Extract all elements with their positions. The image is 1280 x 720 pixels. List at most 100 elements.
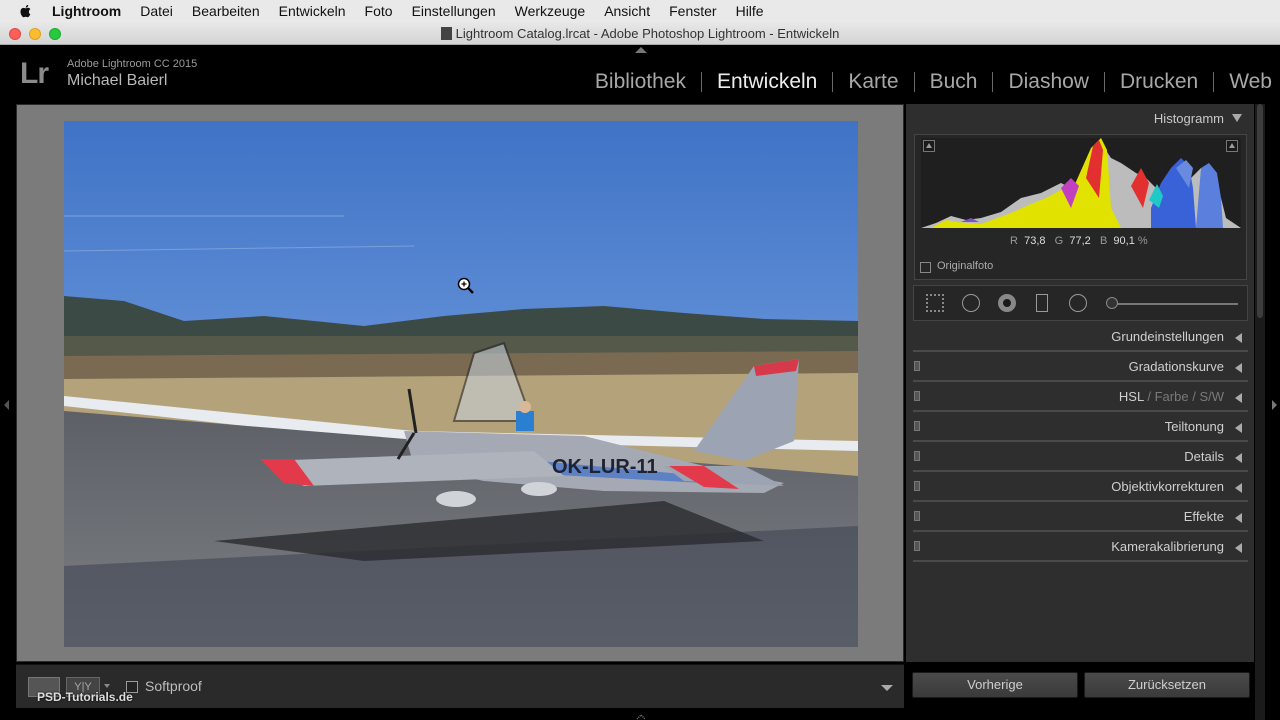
- panel-gradationskurve[interactable]: Gradationskurve: [906, 352, 1254, 382]
- module-buch[interactable]: Buch: [930, 70, 978, 94]
- menu-werkzeuge[interactable]: Werkzeuge: [515, 3, 586, 19]
- reset-button[interactable]: Zurücksetzen: [1084, 672, 1250, 698]
- panel-teiltonung[interactable]: Teiltonung: [906, 412, 1254, 442]
- panel-switch-icon[interactable]: [914, 361, 920, 371]
- sw-tab[interactable]: S/W: [1199, 389, 1224, 404]
- module-bibliothek[interactable]: Bibliothek: [595, 70, 686, 94]
- panel-kamerakalibrierung[interactable]: Kamerakalibrierung: [906, 532, 1254, 562]
- document-icon: [440, 27, 452, 40]
- collapse-triangle-icon[interactable]: [1232, 114, 1242, 122]
- panel-label: Kamerakalibrierung: [1111, 539, 1224, 554]
- module-entwickeln[interactable]: Entwickeln: [717, 70, 817, 94]
- filmstrip-toggle-icon[interactable]: [636, 714, 646, 720]
- b-label: B: [1099, 235, 1108, 247]
- adjustment-brush-icon[interactable]: [1106, 297, 1118, 309]
- panel-hsl[interactable]: HSL / Farbe / S/W: [906, 382, 1254, 412]
- menu-hilfe[interactable]: Hilfe: [736, 3, 764, 19]
- module-diashow[interactable]: Diashow: [1008, 70, 1089, 94]
- histogram-graph[interactable]: [921, 138, 1241, 228]
- zoom-cursor-icon: [457, 277, 474, 294]
- panel-switch-icon[interactable]: [914, 511, 920, 521]
- panel-label-hsl: HSL / Farbe / S/W: [1119, 389, 1224, 404]
- original-photo-checkbox[interactable]: [920, 262, 931, 273]
- panel-label: Effekte: [1183, 509, 1224, 524]
- module-separator: [832, 72, 834, 92]
- panel-label: Gradationskurve: [1128, 359, 1224, 374]
- g-label: G: [1054, 235, 1064, 247]
- window-title-text: Lightroom Catalog.lrcat - Adobe Photosho…: [455, 26, 840, 41]
- menu-fenster[interactable]: Fenster: [669, 3, 716, 19]
- shadow-clipping-toggle-icon[interactable]: [923, 140, 935, 152]
- module-separator: [1213, 72, 1215, 92]
- crop-tool-icon[interactable]: [926, 294, 944, 312]
- module-web[interactable]: Web: [1229, 70, 1272, 94]
- menu-bearbeiten[interactable]: Bearbeiten: [192, 3, 260, 19]
- panel-details[interactable]: Details: [906, 442, 1254, 472]
- panel-switch-icon[interactable]: [914, 481, 920, 491]
- identity-plate: Lr Adobe Lightroom CC 2015 Michael Baier…: [0, 45, 1280, 103]
- panel-switch-icon[interactable]: [914, 391, 920, 401]
- top-panel-toggle-icon[interactable]: [635, 47, 647, 53]
- user-name: Michael Baierl: [67, 72, 168, 89]
- window-title: Lightroom Catalog.lrcat - Adobe Photosho…: [0, 26, 1280, 41]
- menu-app-lightroom[interactable]: Lightroom: [52, 3, 121, 19]
- menu-einstellungen[interactable]: Einstellungen: [412, 3, 496, 19]
- window-titlebar[interactable]: Lightroom Catalog.lrcat - Adobe Photosho…: [0, 22, 1280, 45]
- hsl-separator: /: [1192, 389, 1196, 404]
- airplane-photo: OK-LUR-11: [64, 121, 858, 647]
- apple-icon[interactable]: [18, 3, 34, 19]
- panel-switch-icon[interactable]: [914, 421, 920, 431]
- r-value: 73,8: [1024, 235, 1046, 247]
- panel-label: Grundeinstellungen: [1111, 329, 1224, 344]
- menu-foto[interactable]: Foto: [365, 3, 393, 19]
- panel-switch-icon[interactable]: [914, 541, 920, 551]
- g-value: 77,2: [1069, 235, 1091, 247]
- panel-effekte[interactable]: Effekte: [906, 502, 1254, 532]
- expand-triangle-icon[interactable]: [1235, 333, 1242, 343]
- panel-divider: [913, 560, 1248, 562]
- expand-triangle-icon[interactable]: [1235, 453, 1242, 463]
- toolbar-content-menu-icon[interactable]: [881, 685, 893, 691]
- menu-datei[interactable]: Datei: [140, 3, 173, 19]
- softproof-label: Softproof: [145, 678, 202, 694]
- b-value: 90,1: [1113, 235, 1135, 247]
- expand-triangle-icon[interactable]: [1235, 393, 1242, 403]
- scrollbar-thumb[interactable]: [1257, 104, 1263, 318]
- right-panel-scrollbar[interactable]: [1255, 104, 1265, 720]
- before-after-dropdown-icon[interactable]: [104, 684, 110, 688]
- watermark: PSD-Tutorials.de: [37, 690, 133, 704]
- left-panel-toggle-icon[interactable]: [4, 400, 9, 410]
- panel-switch-icon[interactable]: [914, 451, 920, 461]
- product-name: Adobe Lightroom CC 2015: [67, 58, 198, 70]
- farbe-tab[interactable]: Farbe: [1155, 389, 1189, 404]
- module-separator: [700, 72, 702, 92]
- tool-strip: [913, 285, 1248, 321]
- original-photo-label: Originalfoto: [937, 260, 994, 272]
- rgb-readout: R 73,8 G 77,2 B 90,1 %: [1010, 235, 1148, 247]
- right-panel-toggle-icon[interactable]: [1272, 400, 1277, 410]
- expand-triangle-icon[interactable]: [1235, 513, 1242, 523]
- histogram-header[interactable]: Histogramm: [906, 104, 1254, 132]
- radial-filter-tool-icon[interactable]: [1069, 294, 1087, 312]
- bottom-toolbar: Y|Y Softproof: [16, 664, 904, 708]
- previous-button[interactable]: Vorherige: [912, 672, 1078, 698]
- panel-label: Details: [1184, 449, 1224, 464]
- menu-ansicht[interactable]: Ansicht: [604, 3, 650, 19]
- graduated-filter-tool-icon[interactable]: [1036, 294, 1048, 312]
- panel-grundeinstellungen[interactable]: Grundeinstellungen: [906, 322, 1254, 352]
- panel-objektivkorrekturen[interactable]: Objektivkorrekturen: [906, 472, 1254, 502]
- module-drucken[interactable]: Drucken: [1120, 70, 1198, 94]
- expand-triangle-icon[interactable]: [1235, 543, 1242, 553]
- adjustment-brush-slider-track[interactable]: [1108, 303, 1238, 305]
- menu-entwickeln[interactable]: Entwickeln: [279, 3, 346, 19]
- expand-triangle-icon[interactable]: [1235, 363, 1242, 373]
- module-karte[interactable]: Karte: [848, 70, 898, 94]
- expand-triangle-icon[interactable]: [1235, 483, 1242, 493]
- spot-removal-tool-icon[interactable]: [962, 294, 980, 312]
- expand-triangle-icon[interactable]: [1235, 423, 1242, 433]
- hsl-tab[interactable]: HSL: [1119, 389, 1144, 404]
- highlight-clipping-toggle-icon[interactable]: [1226, 140, 1238, 152]
- red-eye-tool-icon[interactable]: [998, 294, 1016, 312]
- main-photo[interactable]: OK-LUR-11: [64, 121, 858, 647]
- panel-label: Teiltonung: [1164, 419, 1224, 434]
